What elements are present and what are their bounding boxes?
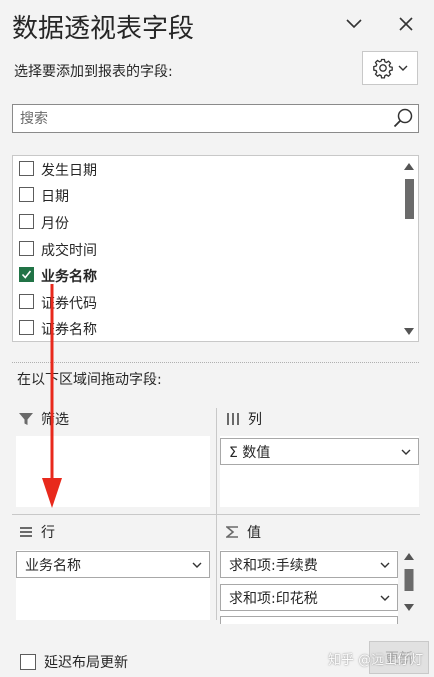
field-item-日期[interactable]: 日期 <box>13 182 401 208</box>
field-label: 月份 <box>41 216 69 232</box>
defer-layout-update-label: 延迟布局更新 <box>44 655 128 671</box>
search-input[interactable] <box>14 106 384 131</box>
sigma-icon <box>226 526 238 538</box>
watermark: 知乎 @远山仔灯 <box>328 653 424 668</box>
rows-area-header: 行 <box>19 522 55 542</box>
columns-drop-zone[interactable]: Σ 数值 <box>220 436 419 507</box>
area-divider-horizontal <box>12 514 420 515</box>
scroll-up-arrow-icon[interactable] <box>401 159 417 173</box>
columns-area-label: 列 <box>248 412 262 428</box>
rows-drop-zone[interactable]: 业务名称 <box>16 550 210 620</box>
chevron-down-icon <box>401 449 411 455</box>
gear-icon <box>373 58 393 79</box>
values-field-pill[interactable]: 求和项:印花税 <box>220 584 398 611</box>
chevron-down-icon <box>380 562 390 568</box>
field-label: 发生日期 <box>41 163 97 179</box>
close-pane-button[interactable] <box>392 10 420 38</box>
values-field-label: 求和项:手续费 <box>229 557 318 574</box>
field-item-成交时间[interactable]: 成交时间 <box>13 236 401 262</box>
columns-field-pill[interactable]: Σ 数值 <box>220 438 419 465</box>
annotation-arrow-icon <box>42 284 62 508</box>
rows-field-label: 业务名称 <box>25 557 81 574</box>
chevron-down-icon <box>398 65 408 71</box>
defer-layout-update-checkbox[interactable] <box>20 654 36 670</box>
field-label: 成交时间 <box>41 243 97 259</box>
search-icon[interactable] <box>392 107 414 129</box>
columns-area-header: 列 <box>226 409 262 429</box>
field-checkbox[interactable] <box>19 241 34 256</box>
rows-icon <box>20 527 32 537</box>
rows-area-label: 行 <box>41 525 55 541</box>
values-scrollbar[interactable] <box>401 550 417 620</box>
field-checkbox-checked[interactable] <box>19 267 34 282</box>
field-item-发生日期[interactable]: 发生日期 <box>13 156 401 182</box>
values-field-label: 求和项:印花税 <box>229 590 318 607</box>
values-area-header: 值 <box>226 522 261 542</box>
values-area-label: 值 <box>247 525 261 541</box>
rows-field-pill[interactable]: 业务名称 <box>16 551 210 578</box>
field-checkbox[interactable] <box>19 161 34 176</box>
field-list-subtitle: 选择要添加到报表的字段: <box>14 64 173 80</box>
close-icon <box>399 17 413 31</box>
tools-settings-button[interactable] <box>362 51 418 85</box>
collapse-pane-button[interactable] <box>340 10 368 38</box>
search-box <box>12 104 419 133</box>
chevron-down-icon <box>192 562 202 568</box>
field-checkbox[interactable] <box>19 214 34 229</box>
panel-title: 数据透视表字段 <box>12 14 195 44</box>
chevron-down-icon <box>380 595 390 601</box>
field-checkbox[interactable] <box>19 187 34 202</box>
chevron-down-icon <box>346 19 362 29</box>
values-field-pill-partial[interactable] <box>220 616 398 624</box>
scroll-thumb[interactable] <box>405 179 414 219</box>
field-item-月份[interactable]: 月份 <box>13 209 401 235</box>
field-list-scrollbar[interactable] <box>401 157 417 340</box>
field-label: 日期 <box>41 189 69 205</box>
values-field-pill[interactable]: 求和项:手续费 <box>220 551 398 578</box>
columns-field-label: Σ 数值 <box>229 444 271 461</box>
checkmark-icon <box>21 270 32 279</box>
scroll-down-arrow-icon[interactable] <box>401 324 417 338</box>
values-drop-zone[interactable]: 求和项:手续费 求和项:印花税 <box>220 550 398 624</box>
columns-icon <box>227 413 239 425</box>
